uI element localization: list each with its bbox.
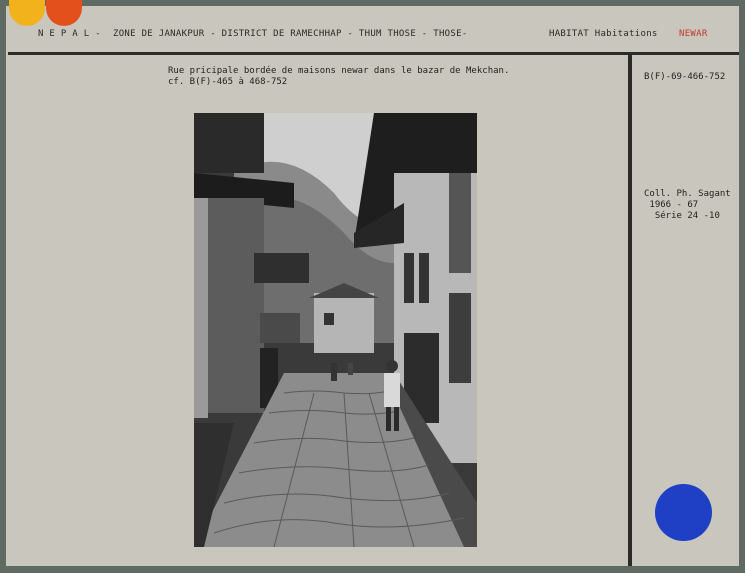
blue-dot-marker [655, 484, 712, 541]
collection-info: Coll. Ph. Sagant 1966 - 67 Série 24 -10 [644, 189, 731, 222]
collection-line-3: Série 24 -10 [644, 211, 720, 221]
vertical-divider [628, 55, 632, 566]
caption-line-2: cf. B(F)-465 à 468-752 [168, 77, 288, 87]
side-reference: B(F)-69-466-752 [644, 72, 726, 82]
header-country: N E P A L - [38, 29, 101, 39]
caption-line-1: Rue pricipale bordée de maisons newar da… [168, 66, 510, 76]
header-newar-tag: NEWAR [679, 29, 708, 39]
header-habitat: HABITAT Habitations [549, 29, 658, 39]
collection-line-1: Coll. Ph. Sagant [644, 189, 731, 199]
photo-caption: Rue pricipale bordée de maisons newar da… [168, 66, 509, 88]
street-photograph [194, 113, 477, 547]
collection-line-2: 1966 - 67 [644, 200, 699, 210]
header-zone: ZONE DE JANAKPUR - DISTRICT DE RAMECHHAP… [113, 29, 468, 39]
